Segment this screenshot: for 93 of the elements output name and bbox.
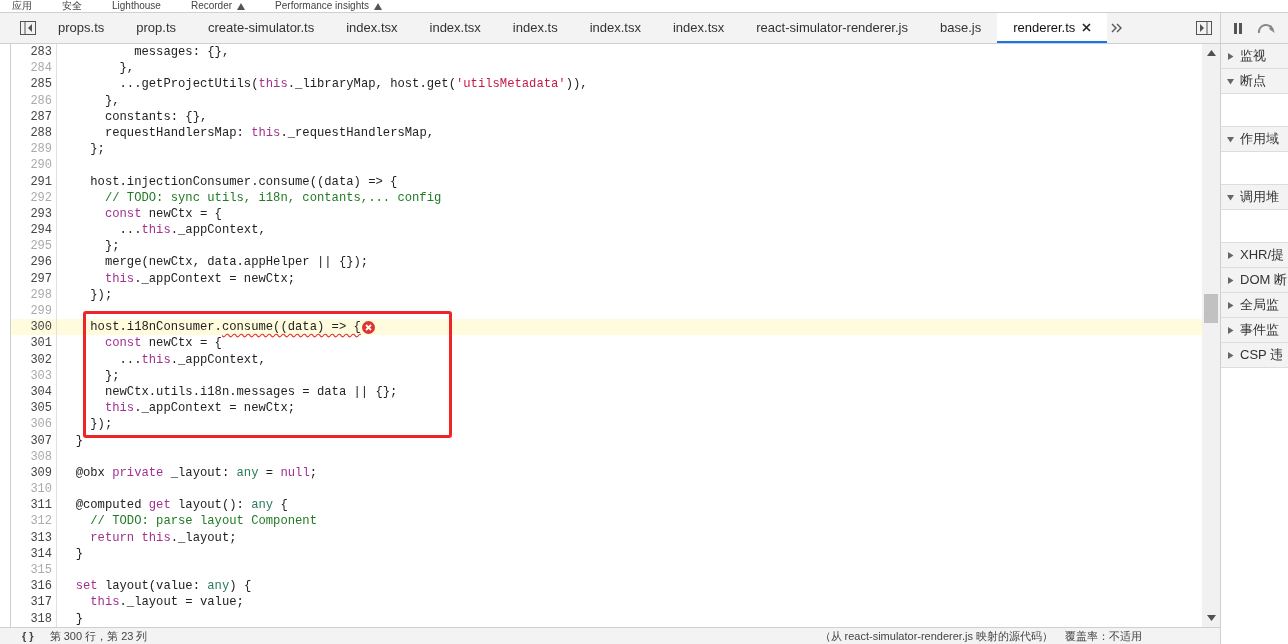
line-number[interactable]: 291 xyxy=(11,173,56,190)
code-line: }, xyxy=(118,60,135,77)
pane-section-header[interactable]: 作用域 xyxy=(1221,127,1288,152)
line-number[interactable]: 318 xyxy=(11,610,56,627)
file-tab[interactable]: index.tsx xyxy=(330,13,414,43)
more-tabs-icon[interactable] xyxy=(1111,23,1124,33)
line-number[interactable]: 311 xyxy=(11,497,56,514)
cursor-position: 第 300 行，第 23 列 xyxy=(49,629,148,643)
file-tab[interactable]: base.js xyxy=(924,13,998,43)
line-number[interactable]: 285 xyxy=(11,76,56,93)
file-tab[interactable]: props.ts xyxy=(42,13,121,43)
line-number[interactable]: 317 xyxy=(11,594,56,611)
code-line: // TODO: parse layout Component xyxy=(89,513,317,530)
source-map-info: （从 react-simulator-renderer.js 映射的源代码） xyxy=(819,629,1053,643)
line-number[interactable]: 287 xyxy=(11,108,56,125)
code-line: host.injectionConsumer.consume((data) => { xyxy=(89,173,398,190)
code-line: ...this._appContext, xyxy=(118,351,266,368)
line-number[interactable]: 296 xyxy=(11,254,56,271)
code-line: requestHandlersMap: this._requestHandlersMap, xyxy=(103,124,434,142)
panel-tab[interactable]: Lighthouse xyxy=(112,0,161,12)
code-line: }; xyxy=(89,141,105,158)
code-line: host.i18nConsumer.consume((data) => { xyxy=(89,319,361,336)
pause-icon[interactable] xyxy=(1233,22,1243,34)
line-number[interactable]: 300 xyxy=(11,319,56,336)
file-tab[interactable]: create-simulator.ts xyxy=(192,13,331,43)
code-line: newCtx.utils.i18n.messages = data || {}; xyxy=(103,383,398,401)
sidebar-toggle-icon[interactable] xyxy=(20,21,36,35)
code-line: messages: {}, xyxy=(133,44,230,61)
coverage-info: 覆盖率：不适用 xyxy=(1065,629,1142,643)
code-line: this._layout = value; xyxy=(89,594,244,611)
code-line: constants: {}, xyxy=(103,108,208,125)
code-line: merge(newCtx, data.appHelper || {}); xyxy=(103,254,369,271)
code-line: } xyxy=(74,545,83,562)
line-number[interactable]: 304 xyxy=(11,383,56,401)
scroll-thumb[interactable] xyxy=(1204,294,1218,323)
close-icon[interactable] xyxy=(1082,22,1092,32)
line-number[interactable]: 316 xyxy=(11,578,56,595)
code-line: const newCtx = { xyxy=(103,335,222,352)
panel-tab[interactable]: 应用 xyxy=(12,0,32,12)
pane-section-header[interactable]: 全局监 xyxy=(1221,293,1288,318)
pane-section-header[interactable]: 事件监 xyxy=(1221,318,1288,343)
line-number[interactable]: 294 xyxy=(11,222,56,239)
file-tab[interactable]: react-simulator-renderer.js xyxy=(740,13,924,43)
code-line: }; xyxy=(103,238,120,255)
error-icon xyxy=(361,320,375,334)
scroll-down-icon[interactable] xyxy=(1206,615,1216,621)
line-number[interactable]: 302 xyxy=(11,351,56,368)
panel-tab[interactable]: 安全 xyxy=(62,0,82,12)
file-tab[interactable]: index.tsx xyxy=(656,13,741,43)
pane-section-header[interactable]: 监视 xyxy=(1221,44,1288,69)
line-number[interactable]: 297 xyxy=(11,270,56,287)
panel-tab[interactable]: Performance insights xyxy=(275,0,369,12)
line-number[interactable]: 301 xyxy=(11,335,56,352)
line-number[interactable]: 305 xyxy=(11,400,56,417)
file-tab[interactable]: prop.ts xyxy=(120,13,192,43)
code-line: @obx private _layout: any = null; xyxy=(74,464,318,482)
line-number[interactable]: 307 xyxy=(11,432,56,449)
code-line: ...this._appContext, xyxy=(118,222,266,239)
line-number[interactable]: 283 xyxy=(11,44,56,61)
code-line: }); xyxy=(89,286,113,303)
pane-section-header[interactable]: DOM 断 xyxy=(1221,268,1288,293)
code-line: } xyxy=(74,610,83,627)
code-line: set layout(value: any) { xyxy=(74,578,252,595)
code-line: ...getProjectUtils(this._libraryMap, host.get('utilsMetadata')), xyxy=(118,76,588,93)
code-line: }, xyxy=(103,92,120,109)
scrollbar[interactable] xyxy=(1202,44,1220,627)
sidebar-toggle-icon[interactable] xyxy=(1196,21,1212,35)
code-line: // TODO: sync utils, i18n, contants,... config xyxy=(103,189,442,206)
pane-section-header[interactable]: CSP 违 xyxy=(1221,343,1288,368)
line-number[interactable]: 309 xyxy=(11,464,56,482)
file-tab[interactable]: index.ts xyxy=(496,13,574,43)
pane-section-header[interactable]: XHR/提 xyxy=(1221,243,1288,268)
code-line: this._appContext = newCtx; xyxy=(103,400,296,417)
file-tab[interactable]: index.tsx xyxy=(573,13,657,43)
scroll-up-icon[interactable] xyxy=(1206,50,1216,56)
step-over-icon[interactable] xyxy=(1257,22,1275,34)
pane-section-header[interactable]: 断点 xyxy=(1221,69,1288,94)
code-line: return this._layout; xyxy=(89,529,237,546)
line-number[interactable]: 314 xyxy=(11,545,56,562)
code-line: const newCtx = { xyxy=(103,205,222,223)
code-line: }; xyxy=(103,367,120,384)
code-line: this._appContext = newCtx; xyxy=(103,270,296,287)
panel-tab[interactable]: Recorder xyxy=(190,0,233,12)
code-line: }); xyxy=(89,416,113,433)
code-line: @computed get layout(): any { xyxy=(74,497,288,514)
code-line: } xyxy=(74,432,83,449)
pane-section-header[interactable]: 调用堆 xyxy=(1221,185,1288,210)
line-number[interactable]: 288 xyxy=(11,124,56,142)
line-number[interactable]: 293 xyxy=(11,205,56,223)
line-number[interactable]: 313 xyxy=(11,529,56,546)
format-button[interactable]: { } xyxy=(22,629,34,643)
file-tab[interactable]: renderer.ts xyxy=(997,13,1108,43)
file-tab[interactable]: index.tsx xyxy=(413,13,497,43)
